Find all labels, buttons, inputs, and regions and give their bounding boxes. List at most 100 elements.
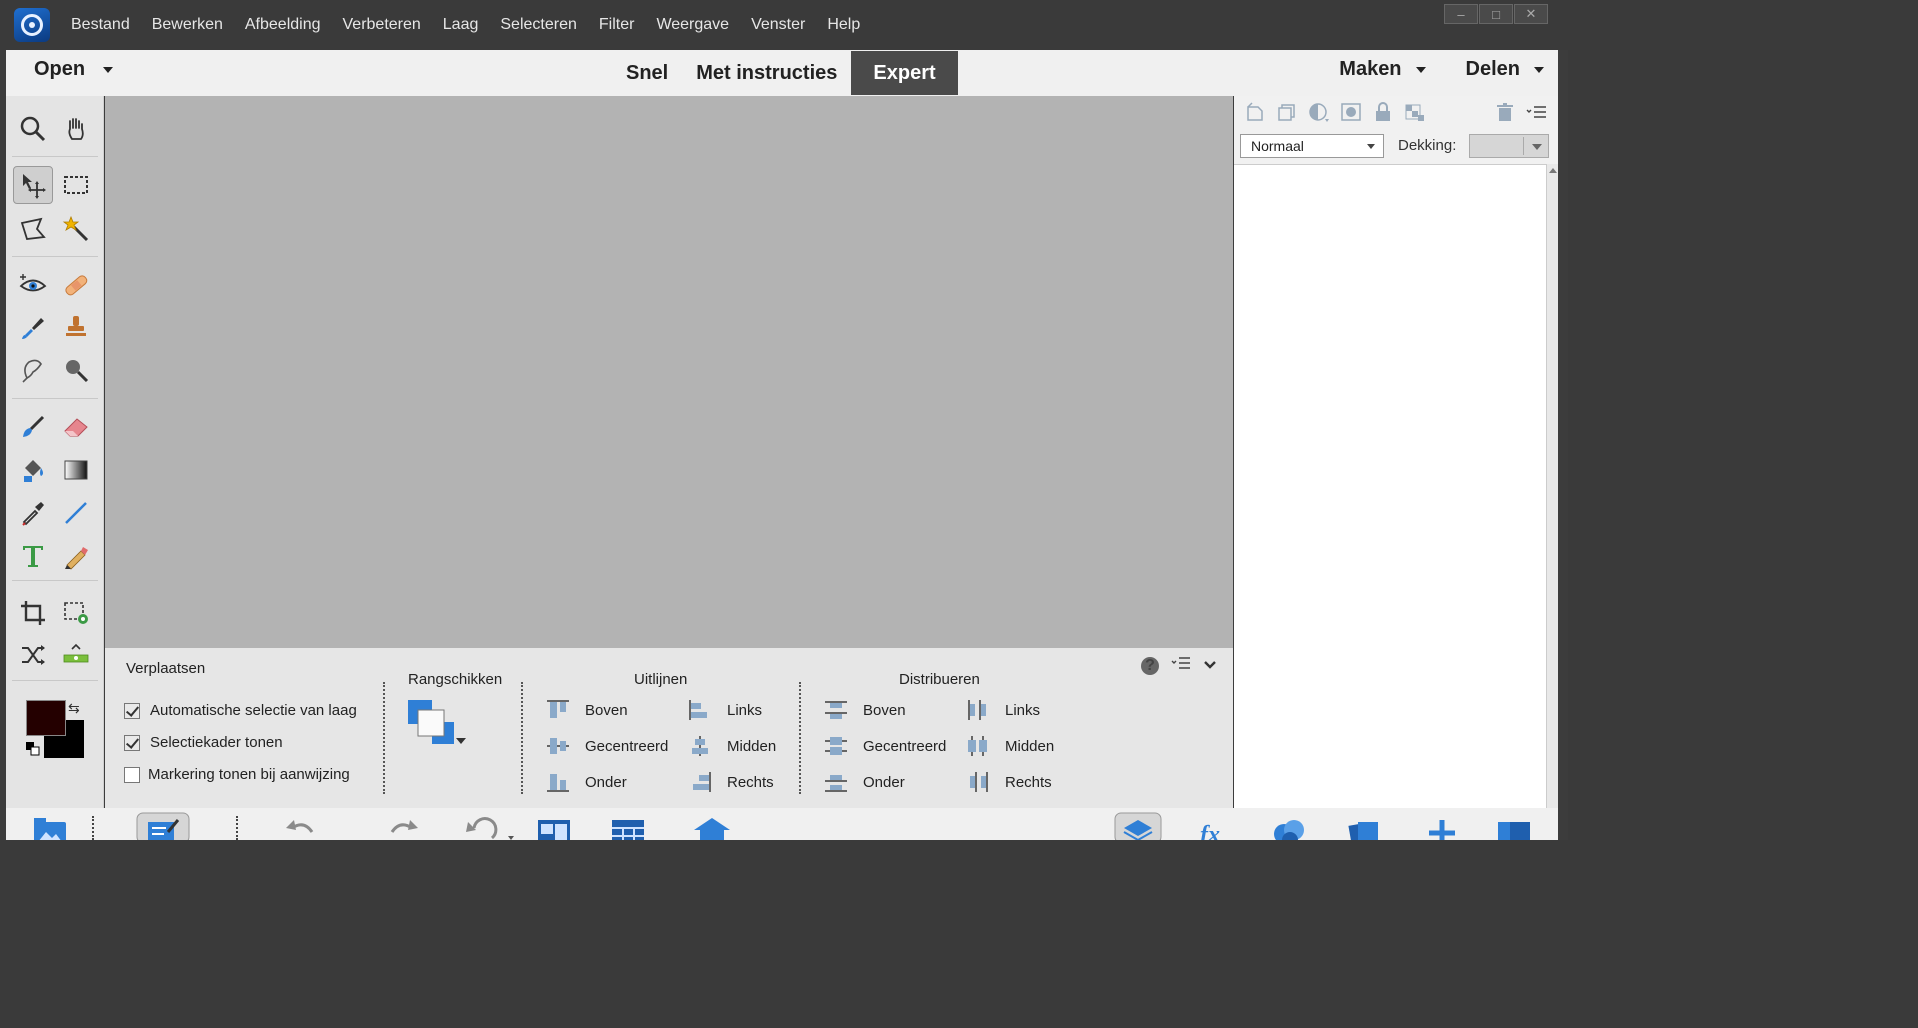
brush-icon[interactable] <box>13 408 53 446</box>
content-aware-move-icon[interactable] <box>13 636 53 674</box>
collapse-chevron-icon[interactable] <box>1203 657 1217 675</box>
layer-mask-icon[interactable] <box>1340 101 1362 123</box>
align-hcenter-icon <box>689 736 711 756</box>
lasso-icon[interactable] <box>13 210 53 248</box>
close-button[interactable]: ✕ <box>1514 4 1548 24</box>
default-colors-icon[interactable] <box>26 742 40 756</box>
hand-icon[interactable] <box>56 110 96 148</box>
move-icon[interactable] <box>13 166 53 204</box>
more-plus-icon[interactable] <box>1424 816 1460 840</box>
distribute-label: Onder <box>863 773 905 791</box>
share-button[interactable]: Delen <box>1466 58 1544 81</box>
graphics-icon[interactable] <box>1270 816 1310 840</box>
zoom-icon[interactable] <box>13 110 53 148</box>
lock-icon[interactable] <box>1372 101 1394 123</box>
marquee-icon[interactable] <box>56 166 96 204</box>
align-middle-button[interactable]: Midden <box>689 736 776 756</box>
menu-selecteren[interactable]: Selecteren <box>489 0 588 50</box>
favorites-icon[interactable] <box>1346 816 1382 840</box>
arrange-stack-icon[interactable] <box>408 700 468 748</box>
auto-select-layer-checkbox[interactable]: Automatische selectie van laag <box>124 702 357 719</box>
menu-help[interactable]: Help <box>816 0 871 50</box>
align-right-button[interactable]: Rechts <box>689 772 774 792</box>
panel-menu-icon[interactable] <box>1526 101 1548 123</box>
checkbox-checked[interactable] <box>124 734 140 751</box>
foreground-color-swatch[interactable] <box>26 700 66 736</box>
align-center-vertical-button[interactable]: Gecentreerd <box>547 736 668 756</box>
distribute-bottom-button[interactable]: Onder <box>825 772 905 792</box>
adjustment-layer-icon[interactable] <box>1308 101 1330 123</box>
svg-text:fx: fx <box>1200 822 1220 840</box>
trash-icon[interactable] <box>1494 101 1516 123</box>
gradient-icon[interactable] <box>56 451 96 489</box>
lock-transparency-icon[interactable] <box>1404 101 1426 123</box>
rotate-icon[interactable] <box>462 816 518 840</box>
show-bounding-box-checkbox[interactable]: Selectiekader tonen <box>124 734 283 751</box>
distribute-left-button[interactable]: Links <box>967 700 1040 720</box>
menu-weergave[interactable]: Weergave <box>645 0 740 50</box>
minimize-button[interactable]: – <box>1444 4 1478 24</box>
align-bottom-button[interactable]: Onder <box>547 772 627 792</box>
menu-afbeelding[interactable]: Afbeelding <box>234 0 332 50</box>
layout-icon[interactable] <box>536 816 572 840</box>
redeye-icon[interactable] <box>13 266 53 304</box>
show-highlight-checkbox[interactable]: Markering tonen bij aanwijzing <box>124 766 350 783</box>
menu-bewerken[interactable]: Bewerken <box>141 0 234 50</box>
maximize-button[interactable]: □ <box>1479 4 1513 24</box>
align-left-button[interactable]: Links <box>689 700 762 720</box>
redo-icon[interactable] <box>386 816 422 840</box>
open-button[interactable]: Open <box>34 58 114 81</box>
layers-scrollbar[interactable] <box>1546 164 1558 808</box>
tab-met-instructies[interactable]: Met instructies <box>682 51 851 95</box>
checkbox-unchecked[interactable] <box>124 766 140 783</box>
organizer-icon[interactable] <box>610 816 646 840</box>
menu-verbeteren[interactable]: Verbeteren <box>332 0 432 50</box>
effects-fx-icon[interactable]: fx <box>1196 816 1232 840</box>
chevron-down-icon[interactable] <box>103 66 114 73</box>
swap-colors-icon[interactable]: ⇆ <box>68 700 80 717</box>
photo-bin-icon[interactable] <box>32 816 68 840</box>
sponge-icon[interactable] <box>56 351 96 389</box>
eraser-icon[interactable] <box>56 408 96 446</box>
type-icon[interactable] <box>13 537 53 575</box>
undo-icon[interactable] <box>282 816 318 840</box>
layer-list[interactable] <box>1234 164 1546 808</box>
chevron-down-icon[interactable] <box>1532 144 1542 150</box>
tab-expert[interactable]: Expert <box>851 51 958 95</box>
checkbox-checked[interactable] <box>124 702 140 719</box>
menu-laag[interactable]: Laag <box>432 0 490 50</box>
new-group-icon[interactable] <box>1276 101 1298 123</box>
canvas-area[interactable] <box>105 96 1233 648</box>
distribute-top-button[interactable]: Boven <box>825 700 906 720</box>
panel-layout-icon[interactable] <box>1496 816 1556 840</box>
magic-wand-icon[interactable] <box>56 210 96 248</box>
distribute-middle-button[interactable]: Midden <box>967 736 1054 756</box>
menu-venster[interactable]: Venster <box>740 0 816 50</box>
crop-icon[interactable] <box>13 594 53 632</box>
menu-bestand[interactable]: Bestand <box>60 0 141 50</box>
recompose-icon[interactable] <box>56 594 96 632</box>
layers-panel-toggle-icon[interactable] <box>1114 812 1162 840</box>
opacity-field[interactable] <box>1469 134 1549 158</box>
align-top-button[interactable]: Boven <box>547 700 628 720</box>
healing-icon[interactable] <box>56 266 96 304</box>
menu-filter[interactable]: Filter <box>588 0 646 50</box>
panel-menu-icon[interactable] <box>1171 656 1191 675</box>
make-button[interactable]: Maken <box>1339 58 1426 81</box>
tab-snel[interactable]: Snel <box>612 51 682 95</box>
new-layer-icon[interactable] <box>1244 101 1266 123</box>
distribute-right-button[interactable]: Rechts <box>967 772 1052 792</box>
distribute-center-vertical-button[interactable]: Gecentreerd <box>825 736 946 756</box>
clone-stamp-icon[interactable] <box>56 308 96 346</box>
paint-bucket-icon[interactable] <box>13 451 53 489</box>
home-screen-icon[interactable] <box>692 816 732 840</box>
help-icon[interactable]: ? <box>1141 656 1159 675</box>
eyedropper-icon[interactable] <box>13 494 53 532</box>
blend-mode-select[interactable]: Normaal <box>1240 134 1384 158</box>
tool-options-toggle-icon[interactable] <box>136 812 190 840</box>
pencil-icon[interactable] <box>56 537 96 575</box>
straighten-icon[interactable] <box>56 636 96 674</box>
line-icon[interactable] <box>56 494 96 532</box>
blur-icon[interactable] <box>13 351 53 389</box>
smart-brush-icon[interactable] <box>13 308 53 346</box>
